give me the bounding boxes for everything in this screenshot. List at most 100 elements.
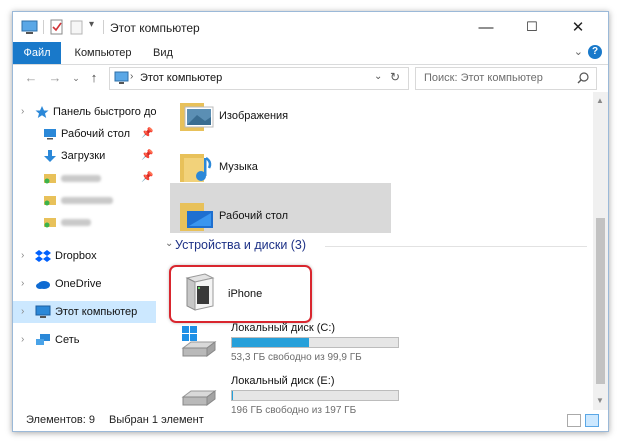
up-arrow-icon[interactable]: ↑ <box>86 70 102 86</box>
sidebar-item-blurred[interactable] <box>13 211 156 233</box>
search-placeholder: Поиск: Этот компьютер <box>424 72 543 84</box>
back-arrow-icon[interactable]: ← <box>23 70 39 86</box>
devices-group-header[interactable]: ⌄ Устройства и диски (3) <box>165 236 593 254</box>
address-bar[interactable]: › Этот компьютер ⌄ ↻ <box>109 67 409 90</box>
drive-usage-bar <box>231 390 399 401</box>
nav-quick-access[interactable]: › Панель быстрого до <box>13 101 157 123</box>
sidebar-item-label: Загрузки <box>61 150 106 162</box>
nav-quick-access-label: Панель быстрого до <box>53 106 157 118</box>
sidebar-item-network[interactable]: › Сеть <box>13 329 156 351</box>
drive-usage-fill <box>232 338 310 347</box>
sidebar-item-downloads[interactable]: Загрузки 📌 <box>13 145 156 167</box>
drive-usage-fill <box>232 391 233 400</box>
drive-free-space: 53,3 ГБ свободно из 99,9 ГБ <box>231 352 362 363</box>
customize-quick-access-icon[interactable]: ▾ <box>89 19 94 37</box>
tab-view[interactable]: Вид <box>145 42 181 64</box>
folder-icon <box>44 196 56 206</box>
sidebar-item-blurred[interactable] <box>13 189 156 211</box>
folder-label: Музыка <box>219 161 258 173</box>
pin-icon[interactable]: 📌 <box>141 128 153 139</box>
computer-icon <box>35 305 51 318</box>
cloud-icon <box>36 281 50 289</box>
star-icon <box>35 106 49 118</box>
scroll-down-icon[interactable]: ▼ <box>596 396 604 405</box>
breadcrumb[interactable]: Этот компьютер <box>140 72 222 84</box>
window-title: Этот компьютер <box>110 21 200 35</box>
forward-arrow-icon[interactable]: → <box>47 70 63 86</box>
explorer-window: ▾ Этот компьютер — ☐ ✕ Файл Компьютер Ви… <box>12 11 609 432</box>
properties-icon[interactable] <box>49 18 65 36</box>
status-bar: Элементов: 9 Выбран 1 элемент <box>13 410 608 431</box>
sidebar-item-label: Сеть <box>55 334 80 346</box>
folder-pictures[interactable]: Изображения <box>179 99 379 139</box>
sidebar-item-onedrive[interactable]: › OneDrive <box>13 273 156 295</box>
device-iphone[interactable]: iPhone <box>181 272 301 314</box>
expand-arrow-icon[interactable]: › <box>21 334 24 345</box>
sidebar-item-label: Dropbox <box>55 250 97 262</box>
sidebar-item-blurred[interactable]: 📌 <box>13 167 156 189</box>
title-bar: ▾ Этот компьютер — ☐ ✕ <box>13 12 608 42</box>
drive-label: Локальный диск (C:) <box>231 322 336 334</box>
sidebar-item-label: OneDrive <box>55 278 102 290</box>
sidebar-item-this-pc[interactable]: › Этот компьютер <box>13 301 156 323</box>
selection-count: Выбран 1 элемент <box>109 414 204 426</box>
sidebar-item-dropbox[interactable]: › Dropbox <box>13 245 156 267</box>
search-icon <box>577 72 589 84</box>
pin-icon[interactable]: 📌 <box>141 150 153 161</box>
computer-icon <box>114 71 129 84</box>
sidebar-item-label: Этот компьютер <box>55 306 138 318</box>
expand-ribbon-icon[interactable]: ⌄ <box>574 45 583 58</box>
divider <box>325 246 587 247</box>
navigation-bar: ← → ⌄ ↑ › Этот компьютер ⌄ ↻ Поиск: Этот… <box>13 65 608 92</box>
download-arrow-icon <box>44 150 56 162</box>
breadcrumb-chevron-icon[interactable]: › <box>130 71 133 82</box>
dropbox-icon <box>35 250 51 262</box>
drive-usage-bar <box>231 337 399 348</box>
large-icons-view-icon[interactable] <box>585 414 599 427</box>
vertical-scrollbar[interactable]: ▲ ▼ <box>593 92 608 410</box>
maximize-button[interactable]: ☐ <box>509 12 555 42</box>
device-label: iPhone <box>228 288 263 300</box>
details-view-icon[interactable] <box>567 414 581 427</box>
refresh-icon[interactable]: ↻ <box>390 70 400 84</box>
close-button[interactable]: ✕ <box>555 12 601 42</box>
sidebar-item-desktop[interactable]: Рабочий стол 📌 <box>13 123 156 145</box>
portable-device-icon <box>185 273 215 311</box>
sidebar-item-label: Рабочий стол <box>61 128 131 140</box>
devices-header-label: Устройства и диски (3) <box>175 238 307 252</box>
minimize-button[interactable]: — <box>463 12 509 42</box>
collapse-chevron-icon[interactable]: ⌄ <box>165 238 173 249</box>
file-list: Изображения Музыка Рабочий стол ⌄ Устрой… <box>165 92 593 416</box>
music-folder-icon <box>180 154 212 182</box>
new-folder-icon[interactable] <box>69 18 85 36</box>
expand-arrow-icon[interactable]: › <box>21 278 24 289</box>
tab-computer[interactable]: Компьютер <box>67 42 139 64</box>
search-input[interactable]: Поиск: Этот компьютер <box>415 67 597 90</box>
scrollbar-thumb[interactable] <box>596 218 605 384</box>
help-button[interactable]: ? <box>588 45 602 59</box>
recent-locations-icon[interactable]: ⌄ <box>68 70 84 86</box>
folder-desktop[interactable]: Рабочий стол <box>179 199 379 239</box>
expand-arrow-icon[interactable]: › <box>21 106 24 117</box>
drive-label: Локальный диск (E:) <box>231 375 335 387</box>
blurred-label <box>61 175 101 182</box>
drive-c[interactable]: Локальный диск (C:) 53,3 ГБ свободно из … <box>181 322 421 367</box>
item-count: Элементов: 9 <box>26 414 95 426</box>
computer-icon <box>21 20 38 34</box>
network-icon <box>36 334 50 345</box>
tab-file[interactable]: Файл <box>13 42 61 64</box>
ribbon-tabs: Файл Компьютер Вид ⌄ ? <box>13 42 608 65</box>
scroll-up-icon[interactable]: ▲ <box>596 96 604 105</box>
blurred-label <box>61 219 91 226</box>
folder-icon <box>44 218 56 228</box>
desktop-icon <box>44 129 56 140</box>
pictures-folder-icon <box>180 103 214 131</box>
expand-arrow-icon[interactable]: › <box>21 250 24 261</box>
folder-icon <box>44 174 56 184</box>
desktop-folder-icon <box>180 203 213 231</box>
blurred-label <box>61 197 113 204</box>
pin-icon[interactable]: 📌 <box>141 172 153 183</box>
folder-label: Рабочий стол <box>219 210 289 222</box>
address-dropdown-icon[interactable]: ⌄ <box>374 71 382 82</box>
expand-arrow-icon[interactable]: › <box>21 306 24 317</box>
